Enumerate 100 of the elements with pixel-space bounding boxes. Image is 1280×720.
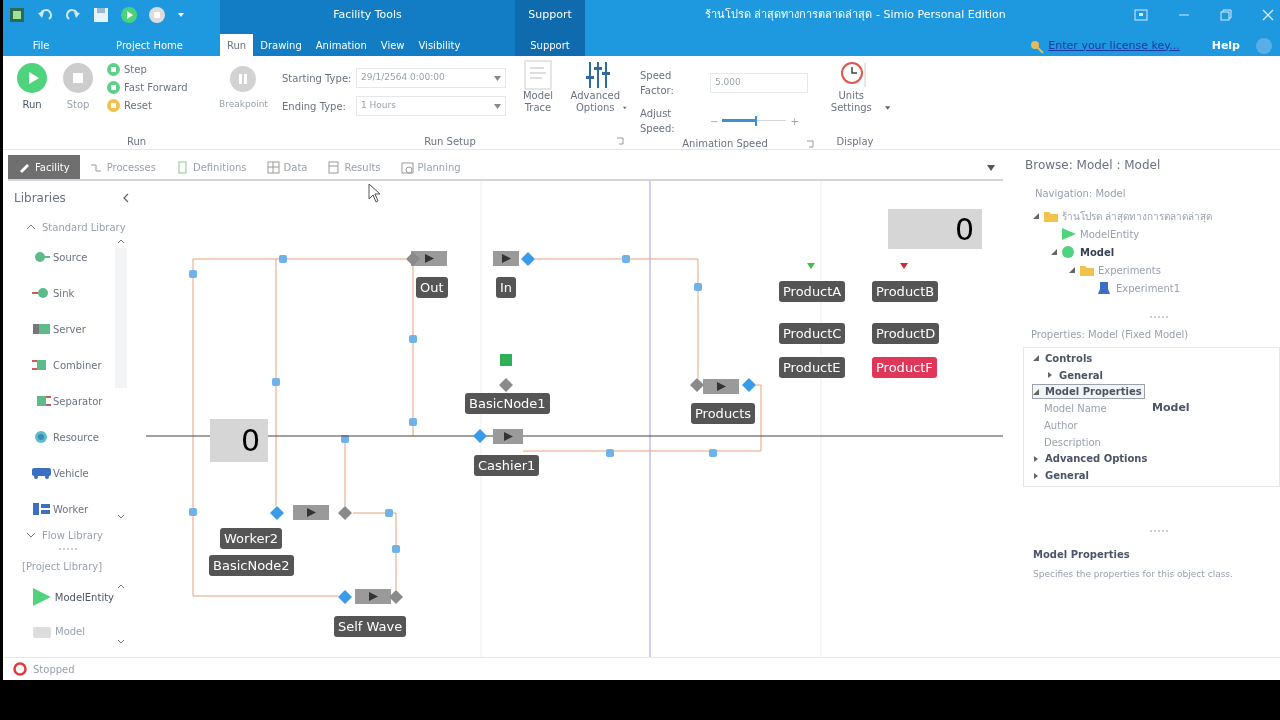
server-icon[interactable] xyxy=(493,251,519,266)
scroll-up-icon[interactable] xyxy=(117,239,125,244)
tree-item[interactable]: ร้านโปรด ล่าสุดทางการตลาดล่าสุด xyxy=(1033,207,1280,225)
save-icon[interactable] xyxy=(93,7,109,23)
property-value[interactable]: Model xyxy=(1152,400,1190,417)
dropdown-field[interactable]: 29/1/2564 0:00:00 xyxy=(356,68,506,88)
server-icon[interactable] xyxy=(355,589,391,604)
close-icon[interactable] xyxy=(1262,9,1274,21)
editor-tab[interactable]: Definitions xyxy=(165,155,257,179)
ribbon-tab[interactable]: File xyxy=(3,34,79,56)
property-category[interactable]: Controls xyxy=(1032,350,1096,366)
launcher-icon[interactable] xyxy=(616,137,624,145)
facility-canvas[interactable]: 0 0 Out In BasicNode1 Cashier1 Products ProductA ProductB ProductC ProductD ProductE ProductF Worker2 BasicNode2 Self Wave xyxy=(143,181,1003,657)
library-item[interactable]: ModelEntity xyxy=(14,580,114,614)
library-item[interactable]: Source xyxy=(14,239,114,275)
speed-factor-field[interactable]: 5.000 xyxy=(710,73,808,93)
help-link[interactable]: Help xyxy=(1211,37,1240,54)
undo-icon[interactable] xyxy=(37,7,53,23)
editor-tab[interactable]: Data xyxy=(256,155,318,179)
editor-tab[interactable]: Facility xyxy=(8,155,80,179)
path-line[interactable] xyxy=(534,258,699,260)
server-icon[interactable] xyxy=(293,505,329,520)
property-category[interactable]: General xyxy=(1032,468,1092,484)
object-label[interactable]: ProductD xyxy=(872,323,940,344)
object-label[interactable]: ProductE xyxy=(779,357,845,378)
output-node-icon[interactable] xyxy=(690,378,704,392)
step-button[interactable]: Step xyxy=(107,62,207,77)
maximize-icon[interactable] xyxy=(1220,9,1232,21)
forward-button[interactable]: Fast Forward xyxy=(107,80,207,95)
units-settings-button[interactable]: Units Settings xyxy=(820,60,890,133)
library-item[interactable]: Worker xyxy=(14,491,114,527)
splitter-icon[interactable] xyxy=(58,547,78,551)
tree-item[interactable]: ModelEntity xyxy=(1033,225,1280,243)
ribbon-tab[interactable]: Project Home xyxy=(79,34,220,56)
collapse-icon[interactable] xyxy=(122,193,130,203)
ribbon-tab[interactable]: Support xyxy=(515,34,585,56)
path-line[interactable] xyxy=(192,258,194,597)
object-label[interactable]: ProductF xyxy=(872,357,937,378)
library-section-header[interactable]: Standard Library xyxy=(14,219,136,235)
editor-tab[interactable]: Processes xyxy=(79,155,166,179)
scroll-down-icon[interactable] xyxy=(117,639,125,644)
ribbon-tab[interactable]: Run xyxy=(220,34,254,56)
library-section-header[interactable]: Flow Library xyxy=(14,527,136,543)
output-node-icon[interactable] xyxy=(338,506,352,520)
path-line[interactable] xyxy=(522,450,762,452)
output-node-icon[interactable] xyxy=(389,590,403,604)
tree-item[interactable]: Experiments xyxy=(1033,261,1280,279)
path-line[interactable] xyxy=(755,384,762,386)
server-icon[interactable] xyxy=(703,379,739,394)
model-trace-button[interactable]: Model Trace xyxy=(518,60,558,133)
library-item[interactable]: Vehicle xyxy=(14,455,114,491)
path-line[interactable] xyxy=(275,258,277,507)
tree-item[interactable]: Experiment1 xyxy=(1033,279,1280,297)
scroll-down-icon[interactable] xyxy=(117,514,125,519)
minus-button[interactable]: − xyxy=(710,113,719,129)
dropdown-icon[interactable] xyxy=(177,11,185,19)
property-row[interactable]: Model Name Model xyxy=(1024,400,1279,417)
splitter-icon[interactable] xyxy=(1149,529,1169,533)
scroll-up-icon[interactable] xyxy=(117,584,125,589)
reset-button[interactable]: Reset xyxy=(107,98,207,113)
object-label[interactable]: Out xyxy=(416,277,448,298)
stop-icon[interactable] xyxy=(149,7,165,23)
editor-tab[interactable]: Results xyxy=(317,155,391,179)
output-node-icon[interactable] xyxy=(406,252,420,266)
input-node-icon[interactable] xyxy=(742,378,756,392)
input-node-icon[interactable] xyxy=(521,252,535,266)
library-item[interactable]: Combiner xyxy=(14,347,114,383)
run-button[interactable]: Run xyxy=(15,60,49,133)
server-icon[interactable] xyxy=(493,429,523,444)
input-node-icon[interactable] xyxy=(270,506,284,520)
object-label[interactable]: BasicNode1 xyxy=(465,393,550,414)
restore-icon[interactable] xyxy=(1134,9,1148,21)
library-item[interactable]: Sink xyxy=(14,275,114,311)
dropdown-field[interactable]: 1 Hours xyxy=(356,96,506,116)
advanced-options-button[interactable]: Advanced Options xyxy=(570,60,626,133)
license-link[interactable]: Enter your license key... xyxy=(1048,37,1180,54)
editor-tab[interactable]: Planning xyxy=(390,155,471,179)
property-row[interactable]: Author xyxy=(1024,417,1279,434)
property-category[interactable]: General xyxy=(1046,367,1106,383)
library-item[interactable]: Server xyxy=(14,311,114,347)
slider-thumb[interactable] xyxy=(755,116,758,126)
splitter-icon[interactable] xyxy=(1149,315,1169,319)
library-item[interactable]: Resource xyxy=(14,419,114,455)
launcher-icon[interactable] xyxy=(806,140,814,148)
object-label[interactable]: Products xyxy=(691,403,756,424)
object-label[interactable]: In xyxy=(496,277,517,298)
object-label[interactable]: Cashier1 xyxy=(474,455,540,476)
caret-icon[interactable] xyxy=(987,165,995,171)
path-line[interactable] xyxy=(352,512,397,514)
input-node-icon[interactable] xyxy=(473,429,487,443)
library-item[interactable]: Separator xyxy=(14,383,114,419)
play-icon[interactable] xyxy=(121,7,137,23)
property-category[interactable]: Model Properties xyxy=(1032,384,1145,400)
redo-icon[interactable] xyxy=(65,7,81,23)
ribbon-tab[interactable]: View xyxy=(373,34,412,56)
object-label[interactable]: Self Wave xyxy=(334,616,407,637)
object-label[interactable]: ProductA xyxy=(779,281,846,302)
property-category[interactable]: Advanced Options xyxy=(1032,451,1151,467)
object-label[interactable]: BasicNode2 xyxy=(209,555,294,576)
input-node-icon[interactable] xyxy=(338,590,352,604)
